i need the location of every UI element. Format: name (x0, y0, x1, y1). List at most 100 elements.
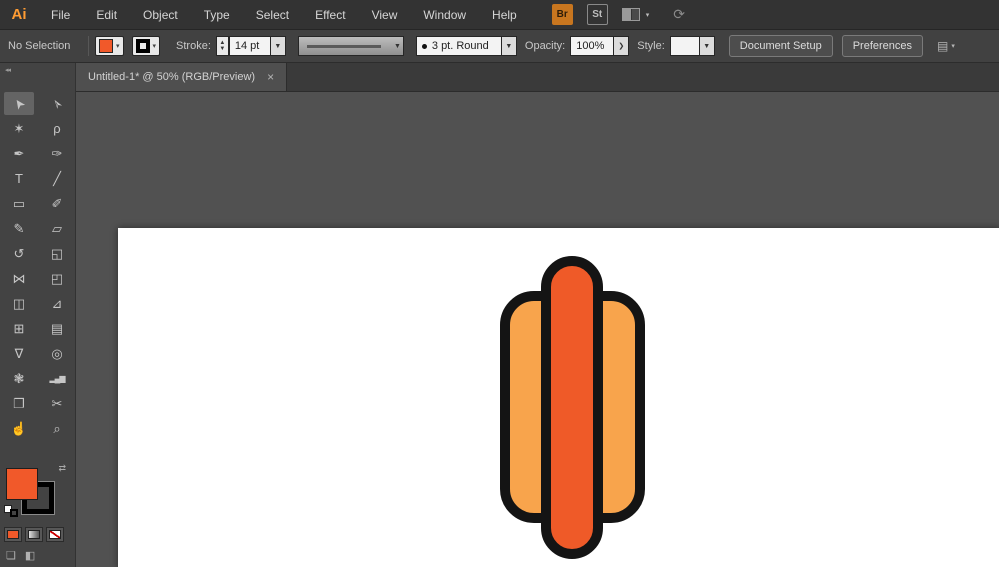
blend-tool-button[interactable]: ◎ (42, 342, 72, 365)
menu-file[interactable]: File (38, 0, 83, 30)
mesh-tool-button[interactable]: ⊞ (4, 317, 34, 340)
bridge-button[interactable]: Br (551, 4, 573, 25)
color-button-icon (7, 530, 19, 539)
rotate-tool-button[interactable]: ↺ (4, 242, 34, 265)
stroke-weight-field[interactable]: 14 pt (228, 36, 271, 56)
opacity-label[interactable]: Opacity: (525, 40, 565, 52)
document-tab-bar: Untitled-1* @ 50% (RGB/Preview) × (76, 63, 999, 92)
separator (88, 36, 89, 56)
eyedropper-tool-button[interactable]: ∇ (4, 342, 34, 365)
arrange-documents-icon[interactable]: ▤ (937, 39, 948, 53)
zoom-tool-icon: ⌕ (53, 420, 61, 436)
symbol-sprayer-tool-button[interactable]: ❃ (4, 367, 34, 390)
slice-tool-button[interactable]: ✂ (42, 392, 72, 415)
opacity-slider-arrow[interactable]: ❯ (614, 36, 630, 56)
fill-color-picker[interactable]: ▾ (95, 36, 124, 56)
pen-tool-button[interactable]: ✒ (4, 142, 34, 165)
eraser-tool-button[interactable]: ▱ (42, 217, 72, 240)
tab-close-icon[interactable]: × (267, 70, 274, 84)
fill-swatch[interactable] (99, 39, 113, 53)
profile-chevron-icon[interactable]: ▼ (394, 43, 401, 50)
screen-mode-icon[interactable]: ◧ (25, 549, 35, 562)
menu-select[interactable]: Select (243, 0, 302, 30)
column-graph-tool-button[interactable]: ▂▄▆ (42, 367, 72, 390)
lasso-tool-button[interactable]: ρ (42, 117, 72, 140)
width-profile-dropdown[interactable]: ▼ (297, 36, 404, 56)
menu-effect[interactable]: Effect (302, 0, 358, 30)
color-button[interactable] (4, 527, 22, 542)
menu-help[interactable]: Help (479, 0, 530, 30)
color-mode-buttons (4, 527, 64, 542)
stroke-weight-dropdown[interactable]: ▼ (270, 36, 286, 56)
column-graph-tool-icon: ▂▄▆ (49, 374, 66, 383)
stroke-weight-stepper[interactable]: ▲ ▼ (215, 36, 229, 56)
gradient-button[interactable] (25, 527, 43, 542)
magic-wand-tool-icon: ✶ (13, 120, 25, 136)
blend-tool-icon: ◎ (51, 345, 63, 361)
stroke-chevron-icon[interactable]: ▾ (153, 42, 157, 50)
selection-tool-button[interactable]: ➤ (4, 92, 34, 115)
menu-window[interactable]: Window (410, 0, 479, 30)
artboard-tool-button[interactable]: ❐ (4, 392, 34, 415)
stroke-color-picker[interactable]: ▾ (131, 36, 161, 56)
rotate-tool-icon: ↺ (13, 245, 25, 261)
document-setup-button[interactable]: Document Setup (728, 35, 833, 57)
illustrator-window: Ai File Edit Object Type Select Effect V… (0, 0, 999, 567)
style-label[interactable]: Style: (637, 40, 665, 52)
drawing-mode-icon[interactable]: ❏ (6, 549, 16, 562)
swap-fill-stroke-icon[interactable]: ⇄ (58, 463, 66, 474)
scale-tool-button[interactable]: ◱ (42, 242, 72, 265)
pencil-tool-button[interactable]: ✎ (4, 217, 34, 240)
none-button[interactable] (46, 527, 64, 542)
document-tab-title: Untitled-1* @ 50% (RGB/Preview) (88, 71, 256, 83)
paintbrush-tool-button[interactable]: ✐ (42, 192, 72, 215)
document-tab[interactable]: Untitled-1* @ 50% (RGB/Preview) × (76, 63, 288, 91)
menu-type[interactable]: Type (191, 0, 243, 30)
fill-color-swatch[interactable] (6, 468, 38, 500)
style-field[interactable] (669, 36, 700, 56)
uniform-profile-icon (306, 45, 381, 48)
shape-builder-tool-button[interactable]: ◫ (4, 292, 34, 315)
menu-object[interactable]: Object (130, 0, 191, 30)
stroke-label[interactable]: Stroke: (176, 40, 211, 52)
zoom-tool-button[interactable]: ⌕ (42, 417, 72, 440)
workspace-switcher-icon[interactable] (621, 8, 640, 21)
rectangle-tool-button[interactable]: ▭ (4, 192, 34, 215)
direct-selection-tool-icon: ➢ (47, 95, 66, 113)
opacity-field[interactable]: 100% (570, 36, 615, 56)
type-tool-button[interactable]: T (4, 167, 34, 190)
gradient-tool-button[interactable]: ▤ (42, 317, 72, 340)
brush-dropdown[interactable]: ▼ (501, 36, 517, 56)
stepper-down-icon[interactable]: ▼ (219, 46, 225, 52)
eyedropper-tool-icon: ∇ (14, 345, 24, 361)
selection-tool-icon: ➤ (9, 95, 28, 113)
curvature-tool-button[interactable]: ✑ (42, 142, 72, 165)
line-segment-tool-icon: ╱ (53, 170, 61, 186)
menu-view[interactable]: View (359, 0, 411, 30)
stock-button[interactable]: St (586, 4, 608, 25)
free-transform-tool-button[interactable]: ◰ (42, 267, 72, 290)
hand-tool-icon: ☝ (10, 420, 28, 436)
workspace-chevron-icon[interactable]: ▾ (646, 11, 650, 19)
direct-selection-tool-button[interactable]: ➢ (42, 92, 72, 115)
menu-edit[interactable]: Edit (83, 0, 130, 30)
width-tool-button[interactable]: ⋈ (4, 267, 34, 290)
canvas-area[interactable] (76, 92, 999, 567)
fill-chevron-icon[interactable]: ▾ (116, 42, 120, 50)
toolbar-collapse-icon[interactable]: ◂◂ (0, 63, 75, 77)
selection-status: No Selection (8, 40, 71, 52)
hand-tool-button[interactable]: ☝ (4, 417, 34, 440)
arrange-chevron-icon[interactable]: ▾ (951, 42, 955, 50)
preferences-button[interactable]: Preferences (841, 35, 924, 57)
magic-wand-tool-button[interactable]: ✶ (4, 117, 34, 140)
hotdog-sausage-shape[interactable] (541, 256, 603, 559)
round-brush-icon (421, 43, 427, 49)
line-segment-tool-button[interactable]: ╱ (42, 167, 72, 190)
brush-definition-field[interactable]: 3 pt. Round (415, 36, 502, 56)
sync-status-icon[interactable]: ⟳ (673, 6, 685, 23)
arrange-documents-control[interactable]: ▤ ▾ (937, 39, 955, 53)
style-dropdown[interactable]: ▼ (699, 36, 715, 56)
stroke-swatch[interactable] (135, 39, 150, 53)
perspective-grid-tool-button[interactable]: ⊿ (42, 292, 72, 315)
default-fill-stroke-icon[interactable] (4, 505, 18, 517)
